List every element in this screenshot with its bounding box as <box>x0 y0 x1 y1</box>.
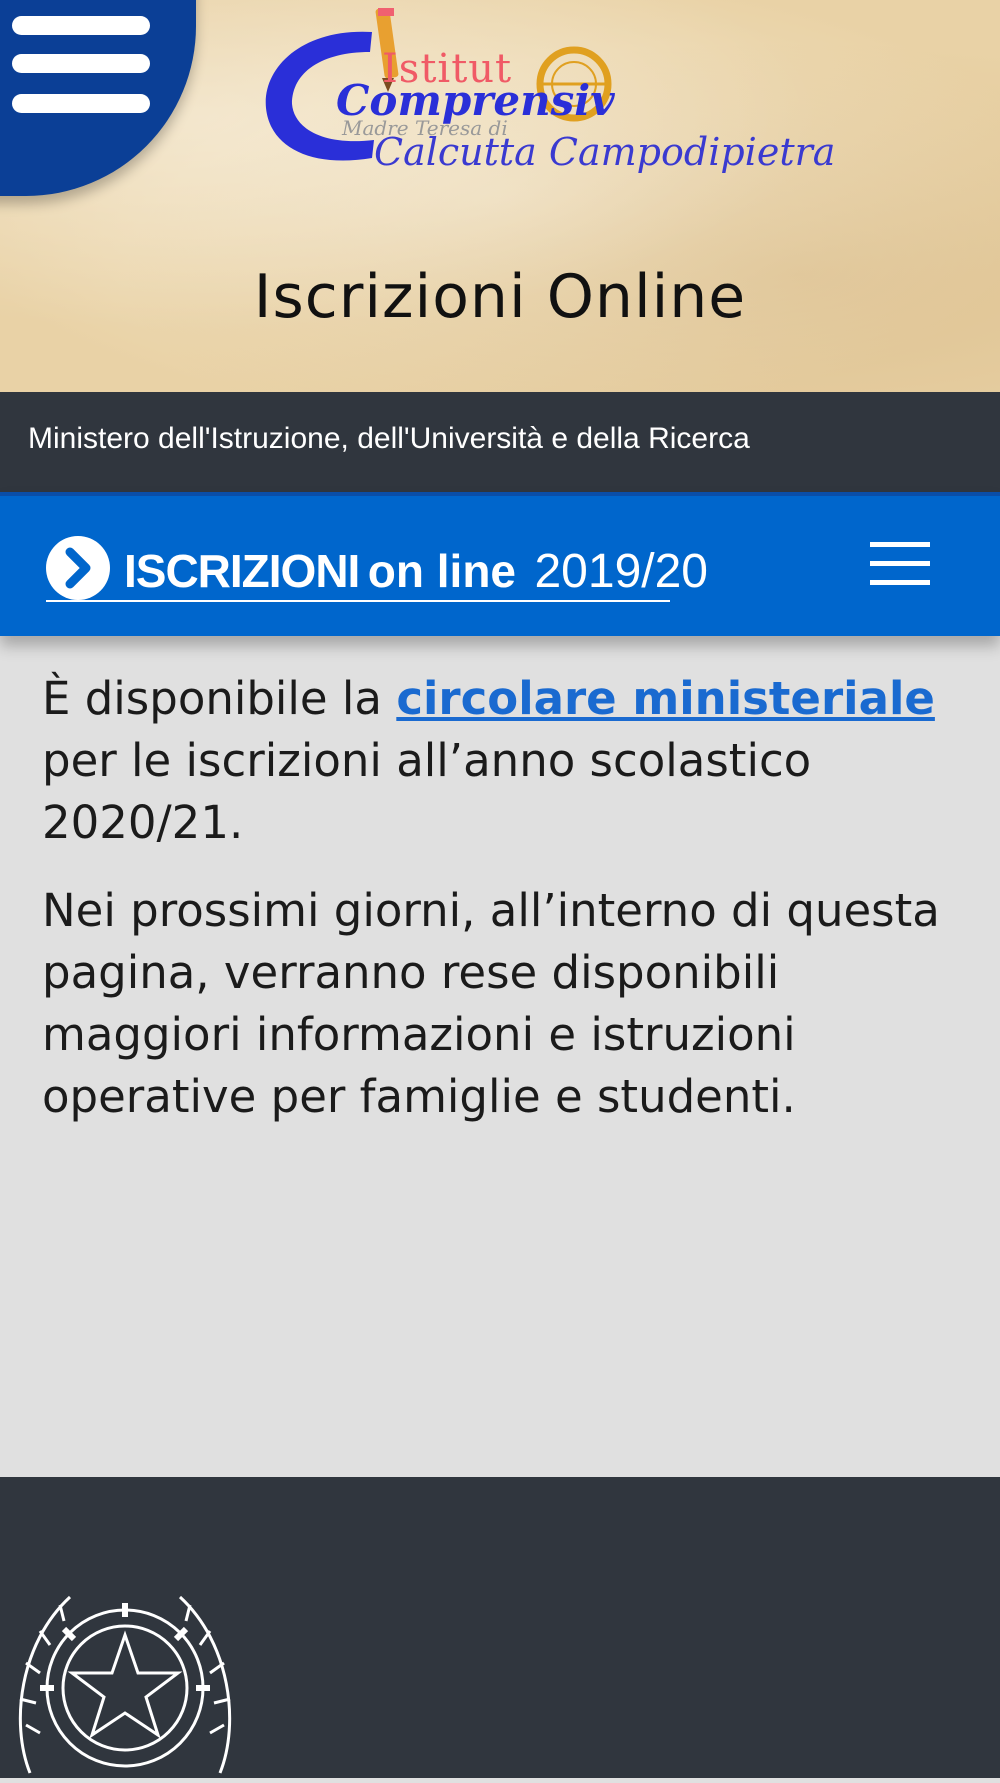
hamburger-icon <box>12 16 150 35</box>
brand-online: on line <box>367 545 517 597</box>
brand-text: ISCRIZIONI on line 2019/20 <box>124 544 708 599</box>
logo-calcutta-campodipietra: Calcutta Campodipietra <box>374 130 836 174</box>
hamburger-icon <box>870 542 930 547</box>
main-content: È disponibile la circolare ministeriale … <box>42 668 942 1154</box>
hamburger-icon-bar-3 <box>12 94 150 113</box>
intro-text-after: per le iscrizioni all’anno scolastico 20… <box>42 734 812 849</box>
hamburger-icon-bar-3 <box>870 580 930 585</box>
hamburger-icon-bar-2 <box>12 54 150 73</box>
corner-menu-button[interactable] <box>0 0 196 196</box>
info-paragraph: Nei prossimi giorni, all’interno di ques… <box>42 884 940 1123</box>
italian-republic-emblem-icon <box>18 1595 232 1774</box>
intro-text-before: È disponibile la <box>42 672 397 725</box>
iscrizioni-brand-link[interactable]: ISCRIZIONI on line 2019/20 <box>46 536 708 602</box>
iscrizioni-nav-bar: ISCRIZIONI on line 2019/20 <box>0 492 1000 636</box>
chevron-right-circle-icon <box>46 536 110 600</box>
nav-menu-button[interactable] <box>870 542 930 586</box>
site-header: Istitut Comprensiv Madre Teresa di Calcu… <box>0 0 1000 393</box>
circolare-link[interactable]: circolare ministeriale <box>396 672 935 725</box>
ministry-link[interactable]: Ministero dell'Istruzione, dell'Universi… <box>28 422 750 456</box>
intro-paragraph: È disponibile la circolare ministeriale … <box>42 668 942 854</box>
site-footer <box>0 1477 1000 1778</box>
hamburger-icon-bar-2 <box>870 561 930 566</box>
school-logo[interactable]: Istitut Comprensiv Madre Teresa di Calcu… <box>262 8 835 180</box>
page-title: Iscrizioni Online <box>253 262 747 332</box>
brand-iscrizioni: ISCRIZIONI <box>124 545 360 597</box>
brand-year: 2019/20 <box>534 545 708 598</box>
ministry-bar: Ministero dell'Istruzione, dell'Universi… <box>0 392 1000 492</box>
